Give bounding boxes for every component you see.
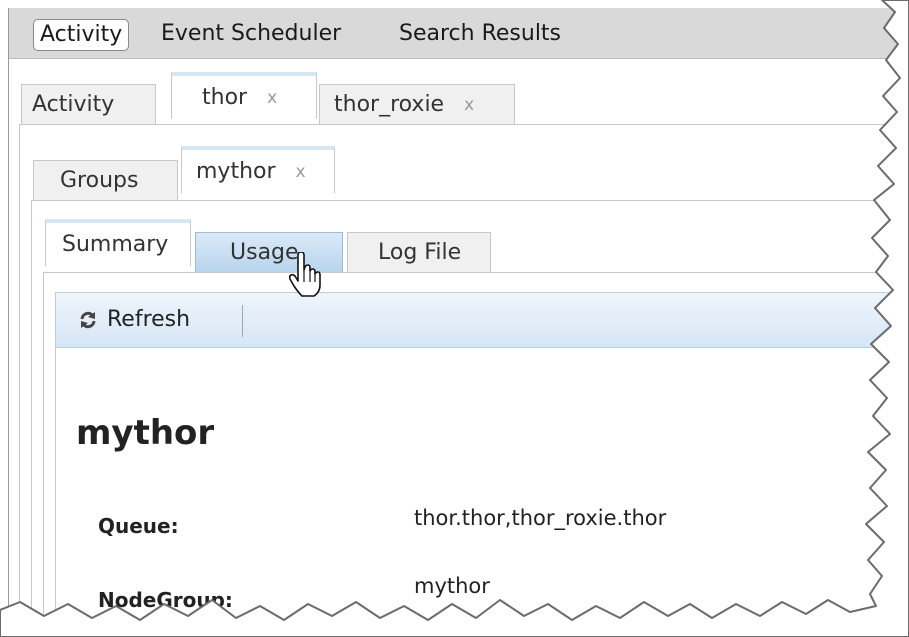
torn-edge-overlay — [0, 0, 909, 637]
